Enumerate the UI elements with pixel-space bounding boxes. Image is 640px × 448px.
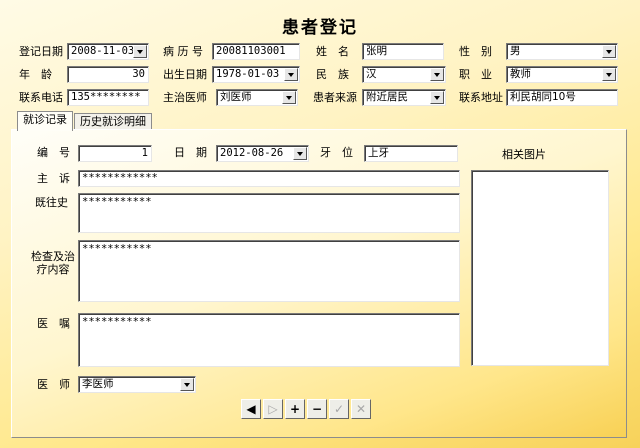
delete-button[interactable]: − — [307, 399, 327, 419]
visit-no-value: 1 — [141, 147, 148, 159]
doctor-label: 主治医师 — [163, 91, 207, 104]
exam-label: 检查及治疗内容 — [31, 250, 75, 276]
advice-field[interactable]: *********** — [78, 313, 460, 367]
age-field[interactable]: 30 — [67, 66, 149, 83]
ethnicity-select[interactable]: 汉 — [362, 66, 446, 83]
phone-value: 135******** — [71, 91, 141, 103]
birth-label: 出生日期 — [163, 68, 207, 81]
reg-date-field[interactable]: 2008-11-03 — [67, 43, 149, 60]
page-title: 患者登记 — [282, 18, 358, 38]
complaint-label: 主 诉 — [37, 172, 70, 185]
visit-no-label: 编 号 — [37, 146, 70, 159]
chevron-down-icon[interactable] — [602, 68, 616, 81]
images-label: 相关图片 — [502, 148, 546, 161]
birth-value: 1978-01-03 — [216, 68, 280, 80]
add-button[interactable]: + — [285, 399, 305, 419]
chevron-down-icon[interactable] — [430, 68, 444, 81]
exam-value: *********** — [82, 243, 152, 255]
chevron-down-icon[interactable] — [430, 91, 444, 104]
check-icon: ✓ — [333, 402, 345, 416]
chevron-down-icon[interactable] — [133, 45, 147, 58]
visit-date-label: 日 期 — [174, 146, 207, 159]
gender-value: 男 — [510, 45, 521, 57]
physician-label: 医 师 — [37, 378, 70, 391]
age-value: 30 — [132, 68, 145, 80]
physician-value: 李医师 — [82, 378, 114, 390]
chevron-down-icon[interactable] — [282, 91, 296, 104]
chevron-down-icon[interactable] — [602, 45, 616, 58]
visit-date-field[interactable]: 2012-08-26 — [216, 145, 309, 162]
chevron-down-icon[interactable] — [284, 68, 298, 81]
source-value: 附近居民 — [366, 91, 408, 103]
address-value: 利民胡同10号 — [510, 91, 576, 103]
complaint-value: ************ — [82, 172, 158, 184]
occupation-select[interactable]: 教师 — [506, 66, 618, 83]
gender-select[interactable]: 男 — [506, 43, 618, 60]
tooth-label: 牙 位 — [320, 146, 353, 159]
reg-date-label: 登记日期 — [19, 45, 63, 58]
phone-label: 联系电话 — [19, 91, 63, 104]
doctor-value: 刘医师 — [220, 91, 252, 103]
name-value: 张明 — [366, 45, 387, 57]
physician-select[interactable]: 李医师 — [78, 376, 196, 393]
reg-date-value: 2008-11-03 — [71, 45, 135, 57]
address-field[interactable]: 利民胡同10号 — [506, 89, 618, 106]
record-no-value: 20081103001 — [216, 45, 286, 57]
cancel-button[interactable]: ✕ — [351, 399, 371, 419]
history-value: *********** — [82, 196, 152, 208]
record-no-field[interactable]: 20081103001 — [212, 43, 300, 60]
advice-value: *********** — [82, 316, 152, 328]
plus-icon: + — [289, 402, 301, 416]
history-field[interactable]: *********** — [78, 193, 460, 233]
address-label: 联系地址 — [459, 91, 503, 104]
name-label: 姓 名 — [316, 45, 349, 58]
next-icon: ▷ — [268, 402, 278, 416]
history-label: 既往史 — [35, 196, 68, 209]
gender-label: 性 别 — [459, 45, 492, 58]
name-field[interactable]: 张明 — [362, 43, 444, 60]
tooth-value: 上牙 — [368, 147, 389, 159]
chevron-down-icon[interactable] — [293, 147, 307, 160]
exam-field[interactable]: *********** — [78, 240, 460, 302]
ethnicity-label: 民 族 — [316, 68, 349, 81]
birth-date-field[interactable]: 1978-01-03 — [212, 66, 300, 83]
record-no-label: 病 历 号 — [163, 45, 203, 58]
occupation-label: 职 业 — [459, 68, 492, 81]
chevron-down-icon[interactable] — [180, 378, 194, 391]
image-box[interactable] — [471, 170, 609, 366]
doctor-select[interactable]: 刘医师 — [216, 89, 298, 106]
tooth-field[interactable]: 上牙 — [364, 145, 458, 162]
phone-field[interactable]: 135******** — [67, 89, 149, 106]
visit-date-value: 2012-08-26 — [220, 147, 284, 159]
tab-visit-record[interactable]: 就诊记录 — [17, 111, 73, 131]
occupation-value: 教师 — [510, 68, 531, 80]
age-label: 年 龄 — [19, 68, 52, 81]
close-icon: ✕ — [355, 402, 367, 416]
prev-button[interactable]: ◀ — [241, 399, 261, 419]
confirm-button[interactable]: ✓ — [329, 399, 349, 419]
advice-label: 医 嘱 — [37, 317, 70, 330]
visit-no-field[interactable]: 1 — [78, 145, 152, 162]
source-select[interactable]: 附近居民 — [362, 89, 446, 106]
complaint-field[interactable]: ************ — [78, 170, 460, 187]
minus-icon: − — [311, 402, 323, 416]
ethnicity-value: 汉 — [366, 68, 377, 80]
prev-icon: ◀ — [246, 402, 256, 416]
next-button[interactable]: ▷ — [263, 399, 283, 419]
source-label: 患者来源 — [313, 91, 357, 104]
